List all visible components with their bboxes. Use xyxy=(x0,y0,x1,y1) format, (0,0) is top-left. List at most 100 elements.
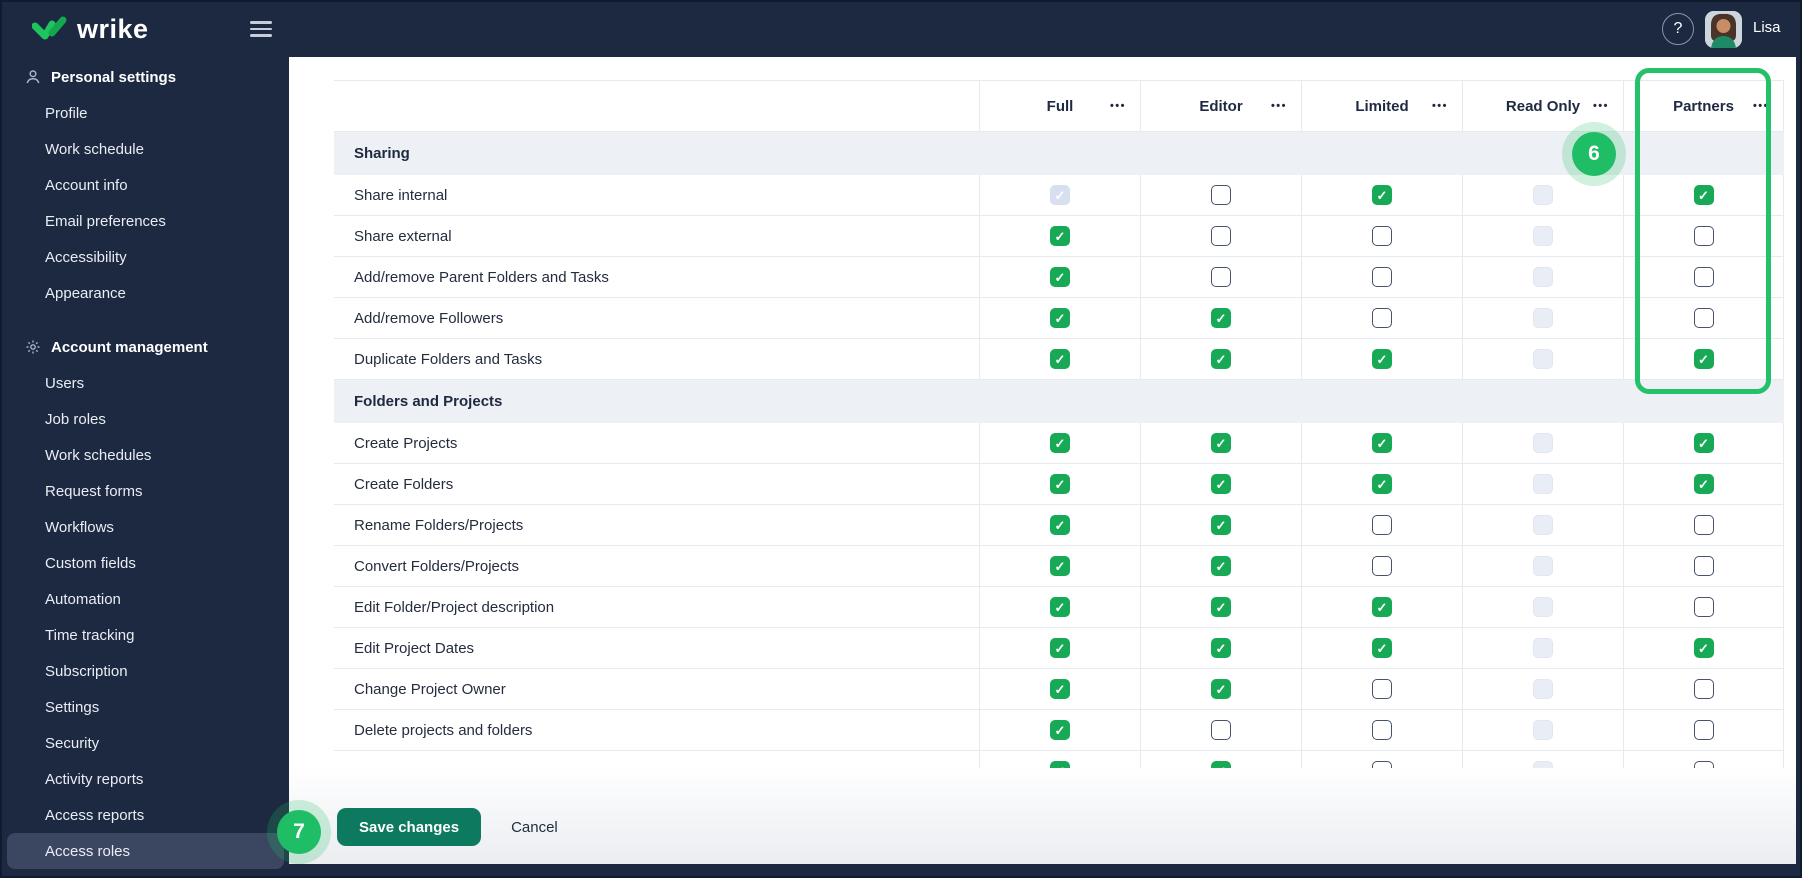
sidebar-item-email-preferences[interactable]: Email preferences xyxy=(7,203,284,239)
sidebar-item-work-schedule[interactable]: Work schedule xyxy=(7,131,284,167)
sidebar-item-job-roles[interactable]: Job roles xyxy=(7,401,284,437)
checkbox-full[interactable]: ✓ xyxy=(1050,474,1070,494)
sidebar-item-settings[interactable]: Settings xyxy=(7,689,284,725)
checkbox-full[interactable]: ✓ xyxy=(1050,433,1070,453)
checkbox-partners[interactable] xyxy=(1693,308,1714,328)
checkbox-limited[interactable]: ✓ xyxy=(1372,185,1392,205)
column-menu-icon[interactable]: ••• xyxy=(1110,100,1126,112)
table-row: Share external ✓ xyxy=(334,216,1784,257)
checkbox-partners[interactable] xyxy=(1693,515,1714,535)
checkbox-editor[interactable]: ✓ xyxy=(1211,515,1231,535)
checkbox-partners[interactable] xyxy=(1693,597,1714,617)
column-header-full[interactable]: Full ••• xyxy=(979,81,1140,131)
checkbox-full[interactable]: ✓ xyxy=(1050,638,1070,658)
column-menu-icon[interactable]: ••• xyxy=(1432,100,1448,112)
checkbox-partners[interactable]: ✓ xyxy=(1693,638,1714,658)
sidebar-item-request-forms[interactable]: Request forms xyxy=(7,473,284,509)
cell-editor: ✓ xyxy=(1140,339,1301,379)
cancel-button[interactable]: Cancel xyxy=(511,819,558,836)
checkbox-editor[interactable]: ✓ xyxy=(1211,556,1231,576)
sidebar-item-workflows[interactable]: Workflows xyxy=(7,509,284,545)
checkbox-limited[interactable] xyxy=(1372,720,1392,740)
column-menu-icon[interactable]: ••• xyxy=(1271,100,1287,112)
sidebar-item-users[interactable]: Users xyxy=(7,365,284,401)
sidebar-item-work-schedules[interactable]: Work schedules xyxy=(7,437,284,473)
checkbox-editor[interactable] xyxy=(1211,720,1231,740)
hamburger-menu-icon[interactable] xyxy=(250,19,272,39)
sidebar-item-security[interactable]: Security xyxy=(7,725,284,761)
column-header-partners[interactable]: Partners ••• xyxy=(1623,81,1784,131)
sidebar-item-custom-fields[interactable]: Custom fields xyxy=(7,545,284,581)
checkbox-limited[interactable] xyxy=(1372,515,1392,535)
checkbox-editor[interactable]: ✓ xyxy=(1211,308,1231,328)
sidebar-section-personal-settings[interactable]: Personal settings xyxy=(7,59,284,95)
help-icon[interactable]: ? xyxy=(1662,13,1694,45)
checkbox-full[interactable]: ✓ xyxy=(1050,349,1070,369)
save-changes-button[interactable]: Save changes xyxy=(337,808,482,846)
checkbox-editor[interactable]: ✓ xyxy=(1211,679,1231,699)
checkbox-editor[interactable]: ✓ xyxy=(1211,638,1231,658)
checkbox-full[interactable]: ✓ xyxy=(1050,556,1070,576)
checkbox-editor[interactable]: ✓ xyxy=(1211,597,1231,617)
checkbox-partners[interactable]: ✓ xyxy=(1693,185,1714,205)
checkbox-limited[interactable]: ✓ xyxy=(1372,474,1392,494)
sidebar-item-appearance[interactable]: Appearance xyxy=(7,275,284,311)
checkbox-editor[interactable] xyxy=(1211,267,1231,287)
column-header-limited[interactable]: Limited ••• xyxy=(1301,81,1462,131)
checkbox-limited[interactable]: ✓ xyxy=(1372,638,1392,658)
checkbox-editor[interactable]: ✓ xyxy=(1211,433,1231,453)
checkbox-partners[interactable] xyxy=(1693,556,1714,576)
checkbox-limited[interactable] xyxy=(1372,308,1392,328)
checkbox-editor[interactable] xyxy=(1211,185,1231,205)
checkbox-limited[interactable]: ✓ xyxy=(1372,433,1392,453)
sidebar-item-access-roles[interactable]: Access roles xyxy=(7,833,284,869)
checkbox-full[interactable]: ✓ xyxy=(1050,308,1070,328)
column-header-editor[interactable]: Editor ••• xyxy=(1140,81,1301,131)
sidebar-item-accessibility[interactable]: Accessibility xyxy=(7,239,284,275)
checkbox-full[interactable]: ✓ xyxy=(1050,267,1070,287)
checkbox-full[interactable]: ✓ xyxy=(1050,515,1070,535)
checkbox-limited[interactable] xyxy=(1372,679,1392,699)
checkbox-full[interactable]: ✓ xyxy=(1050,226,1070,246)
permission-label: Convert Folders/Projects xyxy=(354,557,520,575)
sidebar-section-label: Account management xyxy=(51,338,208,356)
checkbox-limited[interactable]: ✓ xyxy=(1372,349,1392,369)
sidebar-item-subscription[interactable]: Subscription xyxy=(7,653,284,689)
table-row: Edit Folder/Project description ✓ ✓ ✓ xyxy=(334,587,1784,628)
checkbox-limited[interactable]: ✓ xyxy=(1372,597,1392,617)
sidebar-item-time-tracking[interactable]: Time tracking xyxy=(7,617,284,653)
user-name[interactable]: Lisa xyxy=(1753,19,1781,36)
column-menu-icon[interactable]: ••• xyxy=(1753,100,1769,112)
checkbox-editor[interactable]: ✓ xyxy=(1211,349,1231,369)
gear-icon xyxy=(24,339,41,356)
checkbox-partners[interactable]: ✓ xyxy=(1693,349,1714,369)
checkbox-limited[interactable] xyxy=(1372,556,1392,576)
checkbox-read-only xyxy=(1533,185,1553,205)
avatar[interactable] xyxy=(1705,11,1742,48)
checkbox-full[interactable]: ✓ xyxy=(1050,720,1070,740)
checkbox-full[interactable]: ✓ xyxy=(1050,597,1070,617)
checkbox-partners[interactable] xyxy=(1693,267,1714,287)
sidebar-item-automation[interactable]: Automation xyxy=(7,581,284,617)
sidebar-item-account-info[interactable]: Account info xyxy=(7,167,284,203)
checkbox-partners[interactable] xyxy=(1693,679,1714,699)
sidebar-item-access-reports[interactable]: Access reports xyxy=(7,797,284,833)
cell-limited xyxy=(1301,216,1462,256)
sidebar-item-profile[interactable]: Profile xyxy=(7,95,284,131)
checkbox-partners[interactable] xyxy=(1693,226,1714,246)
cell-limited: ✓ xyxy=(1301,464,1462,504)
checkbox-partners[interactable]: ✓ xyxy=(1693,433,1714,453)
checkbox-limited[interactable] xyxy=(1372,226,1392,246)
checkbox-partners[interactable] xyxy=(1693,720,1714,740)
column-header-label: Limited xyxy=(1355,97,1409,115)
column-header-read-only[interactable]: Read Only ••• xyxy=(1462,81,1623,131)
checkbox-partners[interactable]: ✓ xyxy=(1693,474,1714,494)
sidebar-item-activity-reports[interactable]: Activity reports xyxy=(7,761,284,797)
checkbox-limited[interactable] xyxy=(1372,267,1392,287)
column-menu-icon[interactable]: ••• xyxy=(1593,100,1609,112)
sidebar-section-account-management[interactable]: Account management xyxy=(7,329,284,365)
sidebar-item-user-types[interactable]: User types xyxy=(7,869,284,876)
checkbox-editor[interactable] xyxy=(1211,226,1231,246)
checkbox-editor[interactable]: ✓ xyxy=(1211,474,1231,494)
checkbox-full[interactable]: ✓ xyxy=(1050,679,1070,699)
